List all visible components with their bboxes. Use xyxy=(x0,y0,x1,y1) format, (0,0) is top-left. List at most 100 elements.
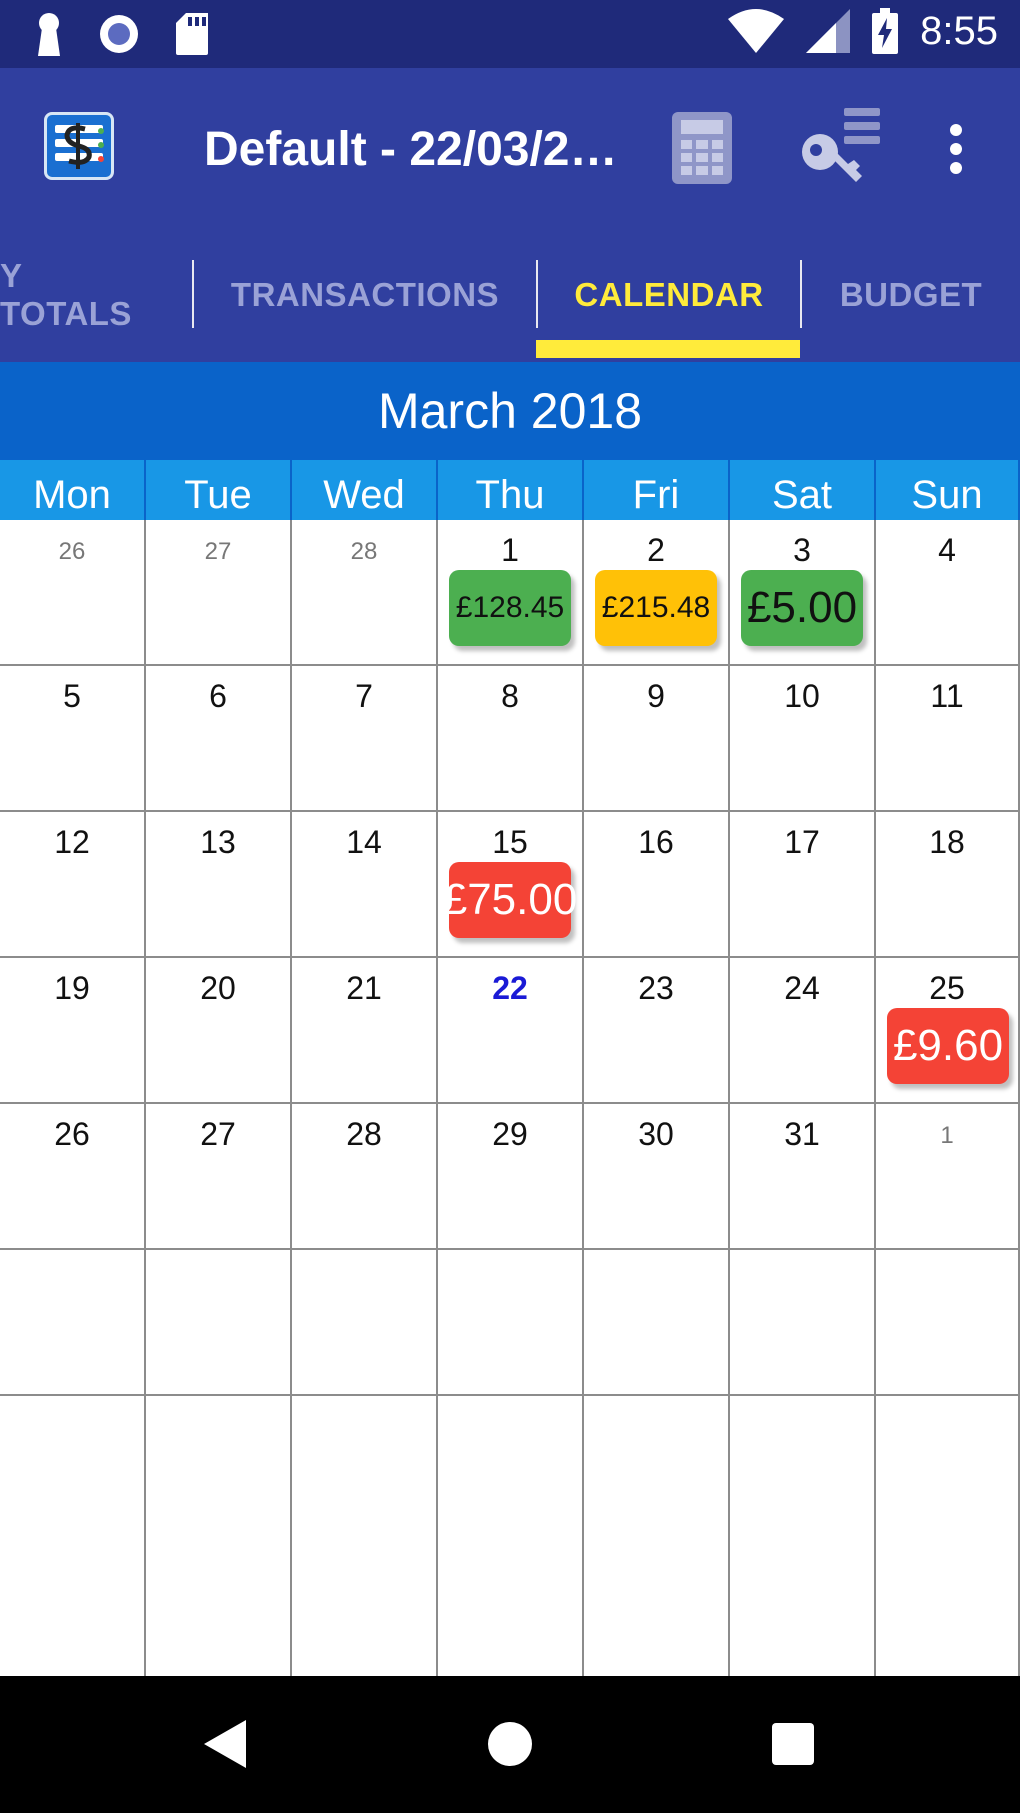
weekday-thu: Thu xyxy=(438,460,584,520)
status-bar: 8:55 xyxy=(0,0,1020,68)
calendar-day-cell[interactable] xyxy=(0,1396,146,1676)
calendar-day-cell[interactable] xyxy=(292,1250,438,1396)
amount-badge[interactable]: £9.60 xyxy=(887,1008,1009,1084)
calculator-key xyxy=(696,140,708,149)
weekday-header: Mon Tue Wed Thu Fri Sat Sun xyxy=(0,460,1020,520)
calendar-day-cell[interactable] xyxy=(146,1250,292,1396)
app-logo-icon[interactable] xyxy=(44,112,114,180)
key-list-icon[interactable] xyxy=(800,106,884,186)
calendar-day-cell[interactable]: 12 xyxy=(0,812,146,958)
calculator-key xyxy=(711,140,723,149)
calendar-day-cell[interactable]: 26 xyxy=(0,520,146,666)
calculator-icon[interactable] xyxy=(672,112,732,184)
calendar-day-cell[interactable]: 14 xyxy=(292,812,438,958)
calendar-day-cell[interactable]: 6 xyxy=(146,666,292,812)
day-number: 15 xyxy=(492,824,528,860)
today-day-number: 22 xyxy=(492,970,528,1006)
calendar-day-cell[interactable] xyxy=(730,1396,876,1676)
home-icon[interactable] xyxy=(488,1722,532,1766)
weekday-sun: Sun xyxy=(876,460,1020,520)
day-number: 8 xyxy=(501,678,519,714)
signal-icon xyxy=(806,9,851,53)
calendar-day-cell[interactable]: 9 xyxy=(584,666,730,812)
calendar-day-cell[interactable]: 19 xyxy=(0,958,146,1104)
calendar-day-cell[interactable]: 23 xyxy=(584,958,730,1104)
more-vert-icon[interactable] xyxy=(950,124,962,174)
calendar-day-cell[interactable]: 7 xyxy=(292,666,438,812)
calendar-day-cell[interactable]: 5 xyxy=(0,666,146,812)
day-number: 28 xyxy=(350,538,378,565)
calendar-day-cell[interactable] xyxy=(438,1396,584,1676)
tab-transactions[interactable]: TRANSACTIONS xyxy=(194,228,536,362)
calendar-day-cell[interactable]: 2 £215.48 xyxy=(584,520,730,666)
calendar-day-cell[interactable] xyxy=(876,1396,1020,1676)
calendar-day-cell[interactable] xyxy=(584,1396,730,1676)
calendar-day-cell[interactable]: 10 xyxy=(730,666,876,812)
calendar-day-cell[interactable]: 13 xyxy=(146,812,292,958)
keyhole-icon xyxy=(38,13,60,56)
calendar-day-cell[interactable]: 1 xyxy=(876,1104,1020,1250)
day-number: 2 xyxy=(647,532,665,568)
status-time: 8:55 xyxy=(920,8,998,53)
calendar-day-cell[interactable]: 27 xyxy=(146,520,292,666)
calculator-key xyxy=(696,153,708,162)
calendar-day-cell[interactable]: 16 xyxy=(584,812,730,958)
navigation-bar xyxy=(0,1676,1020,1813)
calendar-day-cell[interactable]: 11 xyxy=(876,666,1020,812)
tab-budget[interactable]: BUDGET xyxy=(802,228,1020,362)
calendar-day-cell[interactable] xyxy=(292,1396,438,1676)
calendar-day-cell[interactable]: 1 £128.45 xyxy=(438,520,584,666)
wifi-icon xyxy=(728,9,785,53)
tab-totals[interactable]: Y TOTALS xyxy=(0,228,150,362)
calendar-day-cell[interactable]: 4 xyxy=(876,520,1020,666)
calendar-day-cell[interactable] xyxy=(584,1250,730,1396)
calendar-day-cell[interactable] xyxy=(730,1250,876,1396)
calendar-day-cell[interactable]: 28 xyxy=(292,1104,438,1250)
active-tab-indicator xyxy=(536,340,800,358)
dollar-mark-icon xyxy=(64,123,104,169)
calendar-day-cell[interactable]: 30 xyxy=(584,1104,730,1250)
calendar-day-cell[interactable]: 28 xyxy=(292,520,438,666)
weekday-sat: Sat xyxy=(730,460,876,520)
calendar-day-cell[interactable]: 15 £75.00 xyxy=(438,812,584,958)
calendar-day-cell[interactable]: 21 xyxy=(292,958,438,1104)
calculator-keys xyxy=(681,140,723,175)
calendar-day-cell[interactable] xyxy=(146,1396,292,1676)
day-number: 17 xyxy=(784,824,820,860)
day-number: 1 xyxy=(940,1122,954,1149)
calendar-day-cell[interactable]: 8 xyxy=(438,666,584,812)
amount-badge[interactable]: £215.48 xyxy=(595,570,717,646)
calendar-day-cell[interactable]: 22 xyxy=(438,958,584,1104)
calendar-day-cell[interactable]: 26 xyxy=(0,1104,146,1250)
day-number: 26 xyxy=(54,1116,90,1152)
amount-badge[interactable]: £5.00 xyxy=(741,570,863,646)
calendar-day-cell[interactable]: 17 xyxy=(730,812,876,958)
calculator-key xyxy=(681,140,693,149)
calendar-day-cell[interactable]: 25 £9.60 xyxy=(876,958,1020,1104)
calendar-day-cell[interactable] xyxy=(0,1250,146,1396)
amount-badge[interactable]: £128.45 xyxy=(449,570,571,646)
day-number: 3 xyxy=(793,532,811,568)
day-number: 30 xyxy=(638,1116,674,1152)
recent-apps-icon[interactable] xyxy=(772,1723,814,1765)
day-number: 16 xyxy=(638,824,674,860)
calculator-key xyxy=(711,153,723,162)
calculator-key xyxy=(711,166,723,175)
day-number: 12 xyxy=(54,824,90,860)
calendar-day-cell[interactable]: 27 xyxy=(146,1104,292,1250)
calendar-day-cell[interactable] xyxy=(876,1250,1020,1396)
calendar-day-cell[interactable]: 18 xyxy=(876,812,1020,958)
calendar-day-cell[interactable]: 31 xyxy=(730,1104,876,1250)
day-number: 9 xyxy=(647,678,665,714)
amount-badge[interactable]: £75.00 xyxy=(443,862,577,938)
day-number: 1 xyxy=(501,532,519,568)
back-icon[interactable] xyxy=(204,1720,246,1768)
calendar-day-cell[interactable]: 24 xyxy=(730,958,876,1104)
calendar-day-cell[interactable] xyxy=(438,1250,584,1396)
calendar-day-cell[interactable]: 20 xyxy=(146,958,292,1104)
calendar-day-cell[interactable]: 29 xyxy=(438,1104,584,1250)
month-header[interactable]: March 2018 xyxy=(0,362,1020,460)
calendar-day-cell[interactable]: 3 £5.00 xyxy=(730,520,876,666)
day-number: 27 xyxy=(200,1116,236,1152)
day-number: 31 xyxy=(784,1116,820,1152)
